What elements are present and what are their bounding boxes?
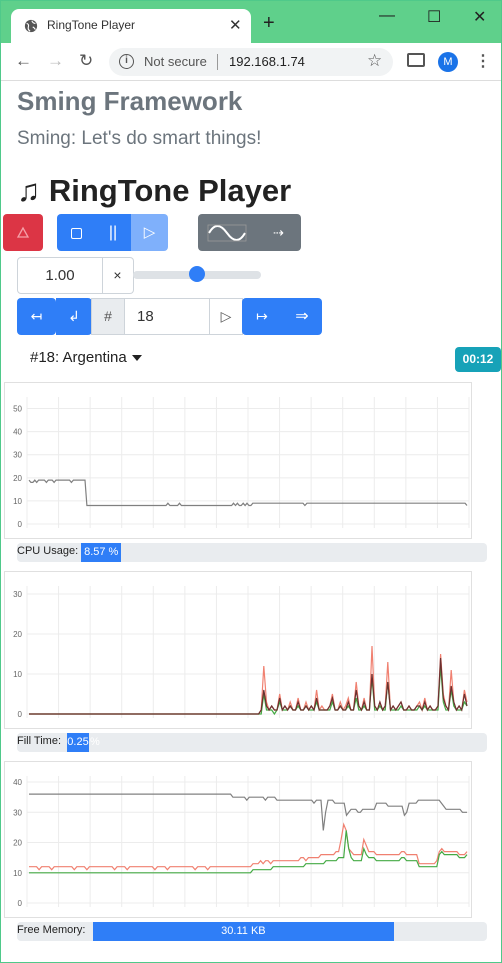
cpu-usage-label: CPU Usage: [17,545,79,557]
right-bar-arrow-icon: ↦ [256,308,268,324]
brand-heading: Sming Framework [17,86,243,116]
url-separator [217,54,218,70]
double-arrow-icon: ⇒ [295,308,309,325]
address-bar[interactable]: i Not secure 192.168.1.74 ☆ [109,48,393,76]
cpu-chart-ytick-label: 30 [13,451,22,460]
fill-time-chart: 0 10 20 30 [4,571,472,729]
free-memory-progress: Free Memory: 30.11 KB [17,922,487,941]
free-memory-label: Free Memory: [17,924,86,936]
back-arrow-icon[interactable]: ← [15,51,32,71]
speed-slider-thumb[interactable] [189,266,205,282]
tune-dropdown[interactable]: #18: Argentina [30,349,142,366]
cpu-chart-ytick-label: 0 [18,520,23,529]
cpu-chart-ytick-label: 10 [13,497,22,506]
elapsed-time-badge: 00:12 [455,347,501,372]
fill-time-chart-ytick-label: 0 [18,710,23,719]
next-tune-button[interactable]: ↦ [242,298,282,335]
previous-tune-button[interactable]: ↲ [56,298,92,335]
memory-chart-ytick-label: 20 [13,839,22,848]
last-tune-button[interactable]: ⇒ [282,298,322,335]
free-memory-bar: 30.11 KB [93,922,394,941]
caret-down-icon [131,355,142,362]
cast-icon[interactable] [407,53,425,67]
memory-chart-ytick-label: 10 [13,869,22,878]
reload-icon[interactable]: ↻ [79,51,93,71]
page-title: ♫ RingTone Player [17,173,292,208]
tab-title: RingTone Player [47,18,136,32]
new-tab-button[interactable]: + [263,13,275,33]
recycle-icon [16,226,30,238]
cpu-chart-ytick-label: 40 [13,428,22,437]
fill-time-unit: % [90,736,100,748]
fill-time-chart-svg: 0 10 20 30 [13,586,470,719]
navigation-bar: ← → ↻ i Not secure 192.168.1.74 ☆ M ⋮ [1,43,501,81]
speed-reset-button[interactable]: × [102,257,134,294]
stop-icon [70,227,82,239]
reset-button[interactable] [3,214,43,251]
pause-icon: || [108,224,118,241]
menu-kebab-icon[interactable]: ⋮ [475,51,491,71]
memory-chart-svg: 0 10 20 30 40 [13,776,470,908]
fill-time-chart-ytick-label: 20 [13,630,22,639]
tune-index-label: # [91,298,125,335]
memory-chart-ytick-label: 40 [13,778,22,787]
security-label: Not secure [144,54,207,69]
next-mode-button[interactable]: ⇢ [256,214,301,251]
cpu-usage-bar: 8.57 % [81,543,122,562]
down-left-arrow-icon: ↲ [68,308,80,324]
speed-input[interactable]: 1.00 [17,257,103,294]
window-close-icon[interactable]: ✕ [473,7,486,27]
minimize-icon[interactable]: — [379,7,395,25]
play-button[interactable]: ▷ [131,214,168,251]
play-icon: ▷ [143,224,156,241]
page-content: Sming Framework Sming: Let's do smart th… [1,81,501,963]
first-tune-button[interactable]: ↤ [17,298,56,335]
url-text[interactable]: 192.168.1.74 [229,54,305,69]
title-bar: RingTone Player ✕ + — ☐ ✕ [1,1,501,43]
maximize-icon[interactable]: ☐ [427,7,441,27]
play-tune-button[interactable]: ▷ [209,298,243,335]
forward-arrow-icon[interactable]: → [47,51,64,71]
cpu-chart-ytick-label: 20 [13,474,22,483]
lead-text: Sming: Let's do smart things! [17,128,262,149]
sine-wave-icon [207,224,247,242]
stop-button[interactable] [57,214,95,251]
memory-chart-ytick-label: 30 [13,808,22,817]
pause-button[interactable]: || [95,214,131,251]
browser-window: RingTone Player ✕ + — ☐ ✕ ← → ↻ i Not se… [0,0,502,963]
memory-chart: 0 10 20 30 40 [4,761,472,918]
fill-time-chart-ytick-label: 30 [13,590,22,599]
left-bar-arrow-icon: ↤ [30,308,43,324]
globe-icon [24,19,38,33]
fill-time-progress: Fill Time: 0.25 % [17,733,487,752]
info-icon[interactable]: i [119,54,134,69]
profile-avatar[interactable]: M [438,52,458,72]
play-outline-icon: ▷ [220,308,232,324]
fill-time-label: Fill Time: [17,735,61,747]
cpu-chart: 0 10 20 30 40 50 [4,382,472,539]
cpu-chart-svg: 0 10 20 30 40 50 [13,397,470,529]
browser-tab[interactable]: RingTone Player ✕ [11,9,251,43]
waveform-button[interactable] [198,214,256,251]
memory-chart-ytick-label: 0 [18,899,23,908]
fill-time-chart-ytick-label: 10 [13,670,22,679]
fill-time-bar: 0.25 [67,733,89,752]
tune-index-input[interactable]: 18 [124,298,210,335]
tab-close-icon[interactable]: ✕ [229,16,242,34]
cpu-usage-progress: CPU Usage: 8.57 % [17,543,487,562]
bookmark-star-icon[interactable]: ☆ [367,51,382,71]
cpu-chart-ytick-label: 50 [13,405,22,414]
dashed-arrow-icon: ⇢ [273,225,284,240]
tune-dropdown-label: #18: Argentina [30,349,127,366]
